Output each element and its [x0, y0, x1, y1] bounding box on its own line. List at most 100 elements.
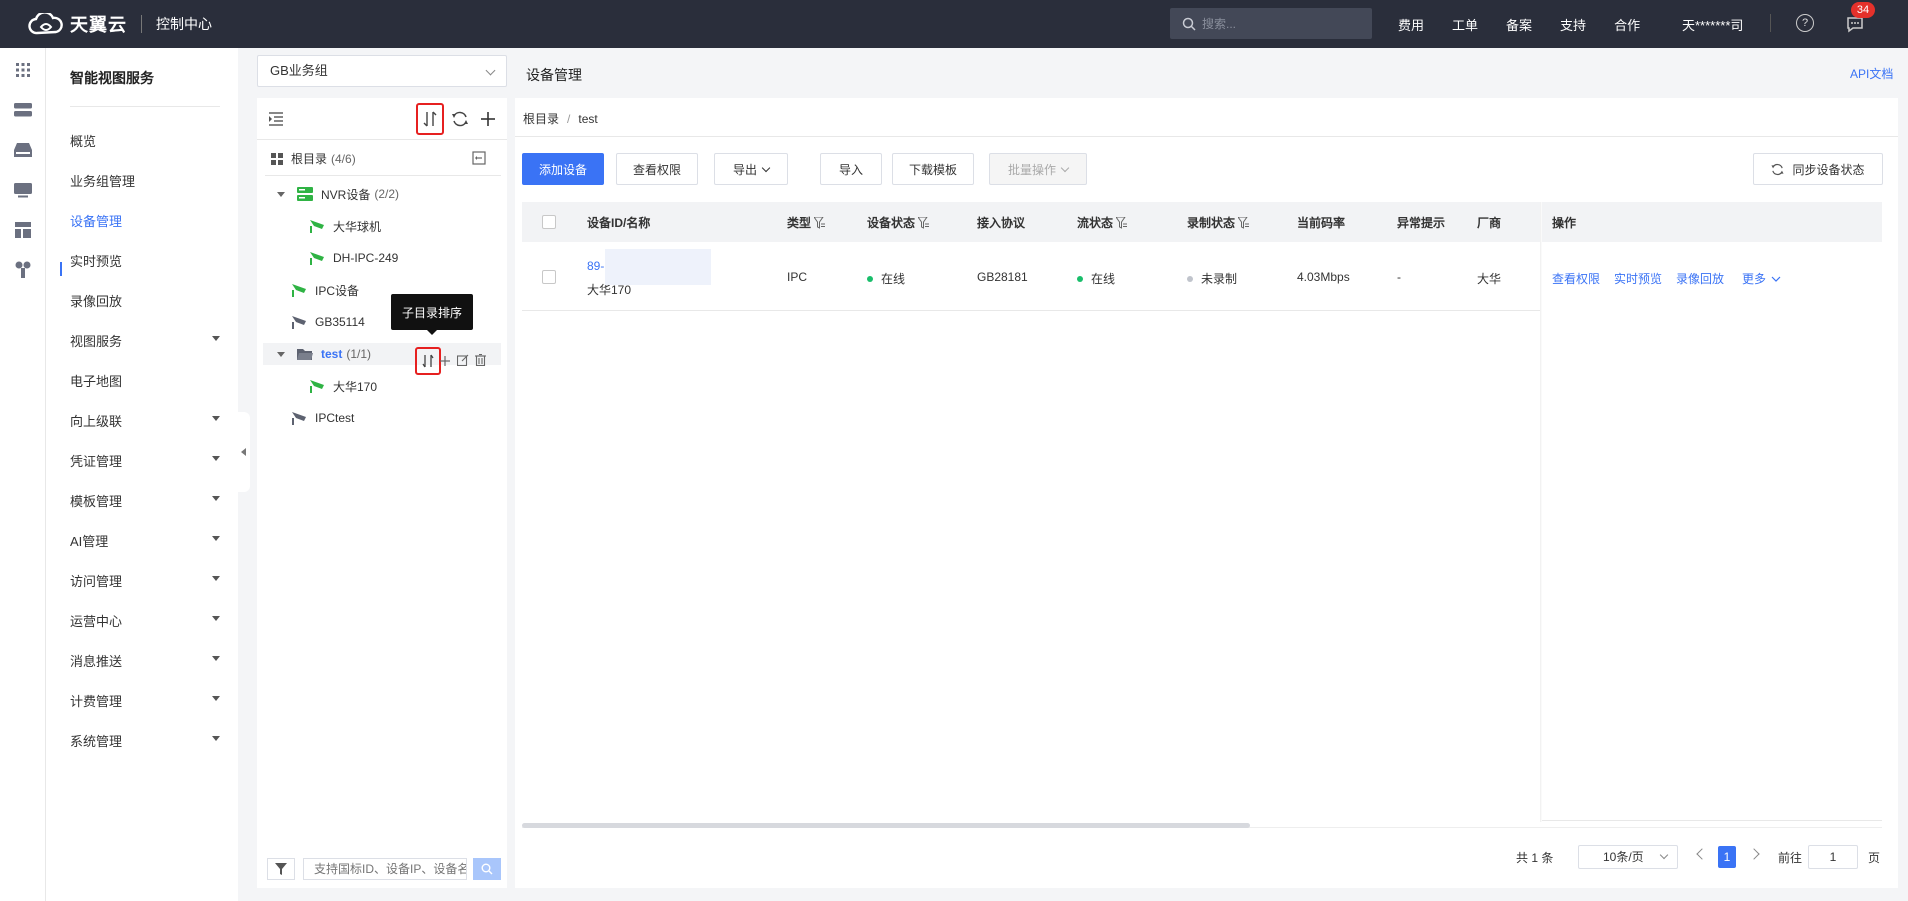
network-icon[interactable] [13, 260, 33, 280]
edit-icon[interactable] [454, 352, 472, 368]
chevron-down-icon [212, 336, 220, 341]
menu-item-playback[interactable]: 录像回放 [70, 291, 220, 310]
live-preview-link[interactable]: 实时预览 [1614, 270, 1662, 287]
menu-item-ai[interactable]: AI管理 [70, 531, 220, 550]
tree-node-ipc[interactable]: IPC设备 [291, 279, 359, 301]
chevron-down-icon [212, 736, 220, 741]
menu-item-ops[interactable]: 运营中心 [70, 611, 220, 630]
nav-ticket[interactable]: 工单 [1452, 15, 1478, 34]
add-device-button[interactable]: 添加设备 [522, 153, 604, 185]
nav-filing[interactable]: 备案 [1506, 15, 1532, 34]
monitor-icon[interactable] [13, 180, 33, 200]
collapse-all-icon[interactable] [471, 150, 487, 166]
nav-partner[interactable]: 合作 [1614, 15, 1640, 34]
column-header-vendor: 厂商 [1477, 214, 1501, 231]
column-label: 操作 [1552, 216, 1577, 230]
column-label: 厂商 [1477, 216, 1502, 230]
menu-item-map[interactable]: 电子地图 [70, 371, 220, 390]
column-header-stream-status[interactable]: 流状态 [1077, 214, 1128, 231]
page-size-select[interactable]: 10条/页 [1578, 845, 1678, 869]
tree-node-nvr[interactable]: NVR设备 (2/2) [277, 183, 399, 205]
tree-node-ipctest[interactable]: IPCtest [291, 407, 354, 429]
page-number-current[interactable]: 1 [1718, 846, 1736, 868]
menu-item-credential[interactable]: 凭证管理 [70, 451, 220, 470]
column-header-type[interactable]: 类型 [787, 214, 826, 231]
nav-support[interactable]: 支持 [1560, 15, 1586, 34]
sync-status-button[interactable]: 同步设备状态 [1753, 153, 1883, 185]
more-actions-dropdown[interactable]: 更多 [1742, 270, 1781, 287]
layout-icon[interactable] [13, 220, 33, 240]
expand-tree-icon[interactable] [265, 108, 287, 130]
global-search-input[interactable]: 搜索... [1170, 8, 1372, 39]
tree-search-bar [267, 858, 501, 880]
view-permission-link[interactable]: 查看权限 [1552, 270, 1600, 287]
chevron-down-icon [212, 536, 220, 541]
menu-collapse-handle[interactable] [236, 412, 250, 492]
menu-item-template[interactable]: 模板管理 [70, 491, 220, 510]
menu-item-label: 业务组管理 [70, 174, 136, 189]
sort-icon[interactable] [416, 103, 444, 135]
device-id-link[interactable]: 89- [587, 259, 604, 273]
menu-item-group-mgmt[interactable]: 业务组管理 [70, 171, 220, 190]
horizontal-scrollbar[interactable] [522, 823, 1250, 828]
brand-logo[interactable]: 天翼云 控制中心 [28, 11, 212, 37]
menu-item-view-service[interactable]: 视图服务 [70, 331, 220, 350]
nav-billing[interactable]: 费用 [1398, 15, 1424, 34]
menu-item-label: AI管理 [70, 534, 109, 549]
tree-toolbar [257, 98, 507, 140]
select-all-checkbox[interactable] [542, 215, 556, 229]
status-dot [867, 275, 873, 282]
column-label: 录制状态 [1187, 216, 1236, 230]
batch-operation-button[interactable]: 批量操作 [989, 153, 1087, 185]
view-permission-button[interactable]: 查看权限 [616, 153, 698, 185]
camera-online-icon [292, 284, 306, 297]
column-header-record-status[interactable]: 录制状态 [1187, 214, 1250, 231]
add-subdir-icon[interactable] [436, 353, 454, 369]
business-group-select[interactable]: GB业务组 [257, 55, 507, 87]
import-button[interactable]: 导入 [820, 153, 882, 185]
add-icon[interactable] [477, 108, 499, 130]
menu-item-cascade[interactable]: 向上级联 [70, 411, 220, 430]
tree-search-button[interactable] [473, 858, 501, 880]
delete-icon[interactable] [471, 352, 489, 368]
tree-node-gb35114[interactable]: GB35114 [291, 311, 365, 333]
menu-item-label: 访问管理 [70, 574, 123, 589]
record-status: 未录制 [1187, 270, 1237, 287]
api-doc-link[interactable]: API文档 [1850, 65, 1893, 82]
breadcrumb-root[interactable]: 根目录 [523, 112, 559, 126]
export-dropdown-button[interactable]: 导出 [714, 153, 788, 185]
tree-node-dahua-170[interactable]: 大华170 [309, 375, 377, 397]
menu-item-access[interactable]: 访问管理 [70, 571, 220, 590]
menu-item-live-preview[interactable]: 实时预览 [70, 251, 220, 270]
menu-item-overview[interactable]: 概览 [70, 131, 220, 150]
menu-item-system[interactable]: 系统管理 [70, 731, 220, 750]
tree-root[interactable]: 根目录 (4/6) [271, 150, 356, 167]
chevron-down-icon [212, 496, 220, 501]
menu-item-device-mgmt[interactable]: 设备管理 [70, 211, 220, 230]
tree-search-input[interactable] [303, 858, 467, 880]
row-checkbox[interactable] [542, 270, 556, 284]
help-icon[interactable]: ? [1796, 14, 1814, 32]
menu-item-label: 向上级联 [70, 414, 123, 429]
chevron-down-icon [1771, 276, 1781, 282]
camera-offline-icon [292, 412, 306, 425]
menu-item-billing[interactable]: 计费管理 [70, 691, 220, 710]
console-title[interactable]: 控制中心 [156, 14, 212, 34]
column-label: 设备状态 [867, 216, 916, 230]
storage-icon[interactable] [13, 140, 33, 160]
table-header [522, 202, 1540, 242]
menu-item-push[interactable]: 消息推送 [70, 651, 220, 670]
user-account[interactable]: 天*******司 [1682, 15, 1743, 34]
tree-node-dh-ipc-249[interactable]: DH-IPC-249 [309, 247, 398, 269]
tree-node-dome-camera[interactable]: 大华球机 [309, 215, 381, 237]
page-title: 设备管理 [526, 67, 582, 83]
refresh-icon[interactable] [449, 108, 471, 130]
server-icon[interactable] [13, 100, 33, 120]
playback-link[interactable]: 录像回放 [1676, 270, 1724, 287]
apps-icon[interactable] [13, 60, 33, 80]
breadcrumb-divider [515, 136, 1898, 137]
download-template-button[interactable]: 下载模板 [892, 153, 974, 185]
column-header-device-status[interactable]: 设备状态 [867, 214, 930, 231]
filter-button[interactable] [267, 858, 295, 880]
goto-page-input[interactable]: 1 [1808, 845, 1858, 869]
